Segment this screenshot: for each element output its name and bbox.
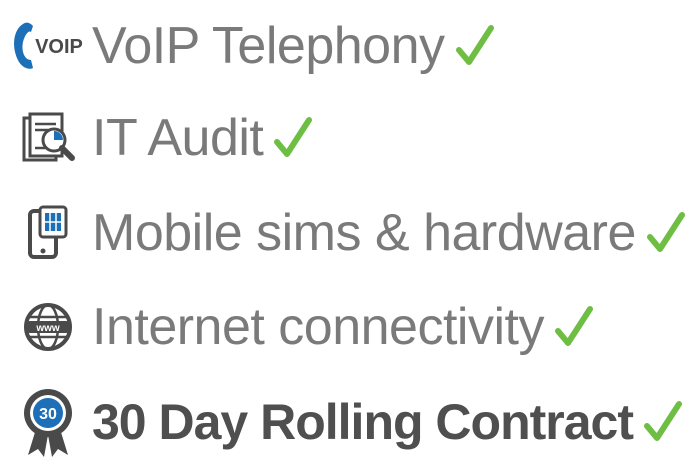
award-badge-icon: 30 [8, 382, 88, 462]
feature-label: IT Audit [92, 109, 264, 167]
globe-www-icon: www [8, 287, 88, 367]
feature-item-it-audit: IT Audit [8, 98, 313, 178]
check-mark-icon [643, 400, 683, 444]
feature-label: 30 Day Rolling Contract [92, 394, 634, 450]
feature-list: VOIP VoIP Telephony IT Audit Mobile sims… [0, 0, 693, 468]
feature-label: Internet connectivity [92, 298, 544, 356]
check-mark-icon [273, 116, 313, 160]
feature-item-mobile: Mobile sims & hardware [8, 193, 686, 273]
svg-text:30: 30 [39, 406, 57, 423]
audit-documents-icon [8, 98, 88, 178]
feature-item-voip: VOIP VoIP Telephony [8, 6, 495, 86]
feature-label: Mobile sims & hardware [92, 204, 636, 262]
check-mark-icon [455, 24, 495, 68]
svg-text:VOIP: VOIP [35, 36, 83, 58]
check-mark-icon [554, 305, 594, 349]
feature-item-internet: www Internet connectivity [8, 287, 594, 367]
voip-phone-icon: VOIP [8, 6, 88, 86]
feature-item-rolling-contract: 30 30 Day Rolling Contract [8, 382, 683, 462]
feature-label: VoIP Telephony [92, 17, 445, 75]
check-mark-icon [646, 211, 686, 255]
mobile-sim-icon [8, 193, 88, 273]
svg-text:www: www [35, 323, 60, 334]
